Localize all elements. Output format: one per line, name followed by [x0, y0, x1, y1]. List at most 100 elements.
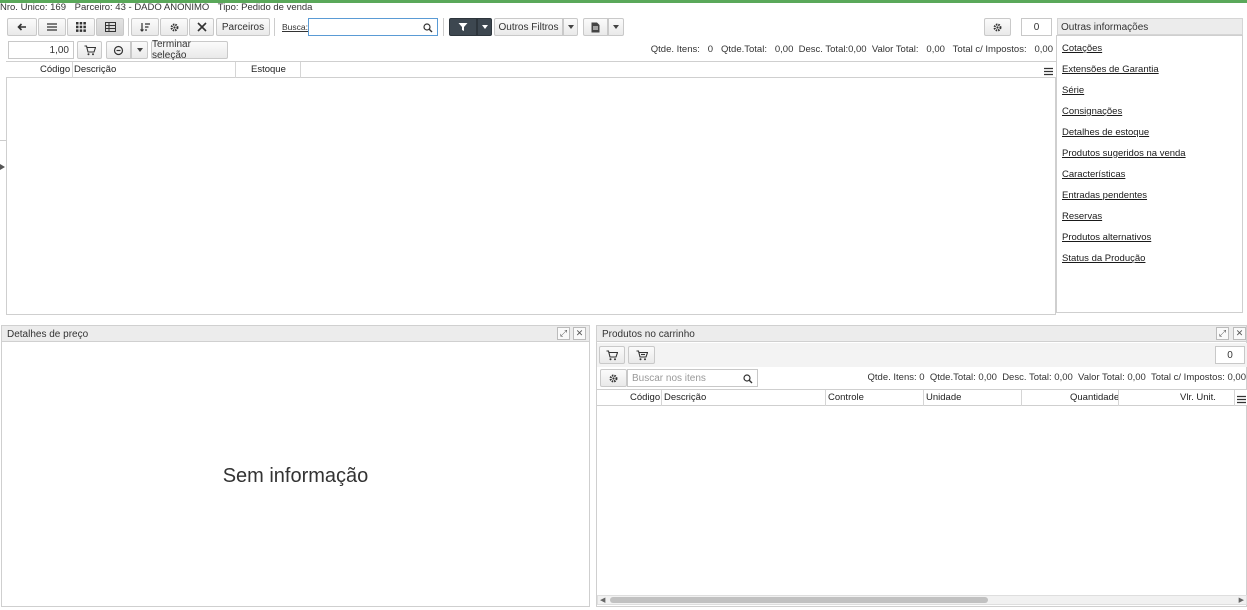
- column-header-descricao[interactable]: Descrição: [74, 64, 116, 75]
- price-details-title: Detalhes de preço: [1, 325, 590, 342]
- outros-filtros-label: Outros Filtros: [498, 21, 559, 33]
- link-serie[interactable]: Série: [1062, 85, 1084, 96]
- link-reservas[interactable]: Reservas: [1062, 211, 1102, 222]
- sort-icon: [139, 21, 151, 33]
- chevron-down-icon: [613, 25, 619, 29]
- filter-dropdown-button[interactable]: [477, 18, 492, 36]
- refresh-icon: [113, 44, 125, 56]
- cart-settings-button[interactable]: [600, 369, 627, 387]
- export-button[interactable]: [583, 18, 608, 36]
- product-grid-header: Código Descrição Estoque: [6, 61, 1056, 78]
- collapse-left-handle[interactable]: [0, 162, 5, 173]
- settings-button[interactable]: [160, 18, 188, 36]
- scrollbar-thumb[interactable]: [610, 597, 988, 603]
- grid-icon: [75, 21, 87, 33]
- table-icon: [104, 21, 116, 33]
- column-header-unidade[interactable]: Unidade: [926, 392, 961, 403]
- price-details-maximize-button[interactable]: ⤢: [557, 327, 570, 340]
- refresh-dropdown[interactable]: [131, 41, 148, 59]
- cart-count-field[interactable]: 0: [1215, 346, 1245, 364]
- cart-icon: [84, 44, 96, 56]
- gear-icon: [608, 372, 620, 384]
- link-consignacoes[interactable]: Consignações: [1062, 106, 1122, 117]
- cart-add-button[interactable]: [599, 346, 625, 364]
- cart-grid-header: Código Descrição Controle Unidade Quanti…: [597, 389, 1247, 406]
- link-status-producao[interactable]: Status da Produção: [1062, 253, 1145, 264]
- column-header-controle[interactable]: Controle: [828, 392, 864, 403]
- selection-summary: Qtde. Itens: 0 Qtde.Total: 0,00 Desc. To…: [650, 44, 1053, 55]
- column-header-quantidade[interactable]: Quantidade: [1070, 392, 1119, 403]
- gear-icon: [168, 21, 180, 33]
- arrow-left-icon: [16, 21, 28, 33]
- list-view-button[interactable]: [38, 18, 66, 36]
- link-produtos-alternativos[interactable]: Produtos alternativos: [1062, 232, 1151, 243]
- chevron-down-icon: [567, 25, 574, 29]
- document-icon: [590, 21, 602, 33]
- price-details-close-button[interactable]: ✕: [573, 327, 586, 340]
- cart-remove-icon: [636, 349, 648, 361]
- link-produtos-sugeridos[interactable]: Produtos sugeridos na venda: [1062, 148, 1186, 159]
- tipo-text: Tipo: Pedido de venda: [217, 2, 313, 13]
- filter-button[interactable]: [449, 18, 477, 36]
- cart-maximize-button[interactable]: ⤢: [1216, 327, 1229, 340]
- order-info-bar: Nro. Unico: 169 Parceiro: 43 - DADO ANON…: [0, 2, 318, 14]
- link-caracteristicas[interactable]: Características: [1062, 169, 1125, 180]
- parceiros-button[interactable]: Parceiros: [216, 18, 270, 36]
- sort-button[interactable]: [131, 18, 159, 36]
- column-header-codigo[interactable]: Código: [630, 392, 660, 403]
- toolbar-separator: [274, 18, 275, 36]
- refresh-button[interactable]: [106, 41, 131, 59]
- cart-search-input[interactable]: Buscar nos itens: [627, 369, 758, 387]
- column-menu-icon[interactable]: [1235, 393, 1247, 405]
- busca-input[interactable]: [308, 18, 438, 36]
- cart-panel: [596, 325, 1247, 607]
- quantity-field[interactable]: 1,00: [8, 41, 74, 59]
- grid-settings-button[interactable]: [984, 18, 1011, 36]
- gear-icon: [992, 21, 1004, 33]
- column-header-estoque[interactable]: Estoque: [251, 64, 286, 75]
- nro-unico-text: Nro. Unico: 169: [0, 2, 67, 13]
- cart-summary: Qtde. Itens: 0 Qtde.Total: 0,00 Desc. To…: [867, 372, 1246, 383]
- terminar-selecao-button[interactable]: Terminar seleção: [151, 39, 228, 61]
- cart-remove-button[interactable]: [628, 346, 655, 364]
- grid-view-button[interactable]: [67, 18, 95, 36]
- close-icon: ✕: [575, 328, 584, 338]
- parceiro-text: Parceiro: 43 - DADO ANONIMO: [74, 2, 210, 13]
- link-detalhes-estoque[interactable]: Detalhes de estoque: [1062, 127, 1149, 138]
- export-dropdown[interactable]: [608, 18, 624, 36]
- cart-icon: [606, 349, 618, 361]
- count-field[interactable]: 0: [1021, 18, 1052, 36]
- outros-filtros-dropdown[interactable]: [563, 18, 578, 36]
- link-entradas-pendentes[interactable]: Entradas pendentes: [1062, 190, 1147, 201]
- link-cotacoes[interactable]: Cotações: [1062, 43, 1102, 54]
- side-panel-title: Outras informações: [1057, 18, 1243, 35]
- search-icon[interactable]: [422, 22, 434, 34]
- table-view-button[interactable]: [96, 18, 124, 36]
- column-header-codigo[interactable]: Código: [40, 64, 70, 75]
- outros-filtros-button[interactable]: Outros Filtros: [494, 18, 563, 36]
- product-grid: [6, 61, 1056, 315]
- parceiros-label: Parceiros: [221, 21, 265, 33]
- expand-icon: ⤢: [559, 328, 568, 338]
- add-to-cart-button[interactable]: [77, 41, 102, 59]
- empty-message: Sem informação: [222, 465, 369, 487]
- column-header-descricao[interactable]: Descrição: [664, 392, 706, 403]
- toolbar-separator: [443, 18, 444, 36]
- cart-horizontal-scrollbar[interactable]: ◀ ▶: [597, 595, 1247, 605]
- filter-icon: [457, 21, 469, 33]
- column-header-vlr-unit[interactable]: Vlr. Unit.: [1180, 392, 1216, 403]
- scroll-right-icon[interactable]: ▶: [1239, 596, 1244, 604]
- cart-close-button[interactable]: ✕: [1233, 327, 1246, 340]
- cart-title: Produtos no carrinho: [596, 325, 1247, 342]
- search-icon[interactable]: [742, 373, 754, 385]
- link-extensoes-garantia[interactable]: Extensões de Garantia: [1062, 64, 1159, 75]
- tools-button[interactable]: [189, 18, 214, 36]
- scroll-left-icon[interactable]: ◀: [600, 596, 605, 604]
- column-menu-icon[interactable]: [1042, 65, 1054, 77]
- chevron-down-icon: [136, 48, 143, 52]
- back-button[interactable]: [7, 18, 37, 36]
- expand-icon: ⤢: [1218, 328, 1227, 338]
- busca-label: Busca:: [282, 22, 308, 32]
- list-icon: [46, 21, 58, 33]
- chevron-down-icon: [481, 25, 488, 29]
